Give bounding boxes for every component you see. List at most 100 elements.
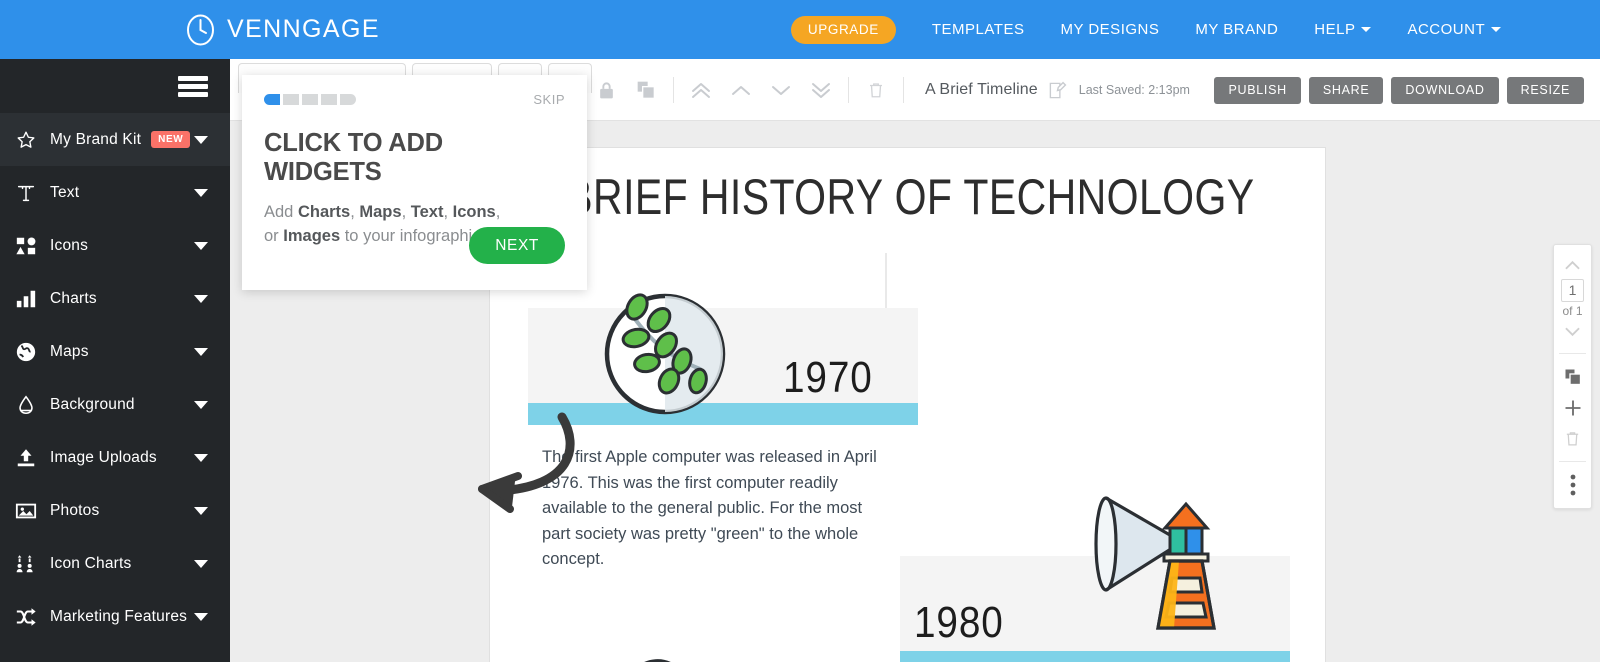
sidebar-item-charts[interactable]: Charts [0, 272, 230, 325]
sidebar-item-label: Marketing Features [50, 607, 188, 625]
resize-button[interactable]: RESIZE [1506, 76, 1584, 104]
timeline-year-label[interactable]: 1980 [914, 598, 1004, 648]
chevron-down-icon[interactable] [194, 453, 208, 462]
toolbar-divider [903, 77, 904, 103]
document-title[interactable]: A Brief Timeline [925, 81, 1038, 99]
hamburger-icon [178, 75, 208, 97]
chevron-down-icon [1361, 27, 1372, 32]
timeline-band-accent [900, 651, 1290, 662]
nav-link-help[interactable]: HELP [1314, 21, 1372, 38]
toolbar-action-buttons: PUBLISH SHARE DOWNLOAD RESIZE [1214, 59, 1584, 121]
sidebar-item-label: Icons [50, 236, 89, 254]
send-to-back-icon[interactable] [801, 70, 841, 110]
sidebar-item-icons[interactable]: Icons [0, 219, 230, 272]
duplicate-page-icon[interactable] [1558, 361, 1588, 392]
sidebar-item-icon-charts[interactable]: Icon Charts [0, 537, 230, 590]
next-button[interactable]: NEXT [469, 227, 565, 264]
sidebar-item-label: Text [50, 183, 80, 201]
chevron-down-icon[interactable] [194, 506, 208, 515]
nav-link-my-designs[interactable]: MY DESIGNS [1060, 21, 1159, 38]
nav-link-help-label: HELP [1314, 21, 1356, 38]
page-number-input[interactable]: 1 [1561, 279, 1584, 302]
lighthouse-icon[interactable] [1090, 486, 1222, 643]
step-dot-1-active [264, 94, 280, 105]
sidebar-item-text[interactable]: Text [0, 166, 230, 219]
sidebar-menu-toggle[interactable] [0, 59, 230, 113]
duplicate-icon[interactable] [626, 70, 666, 110]
cloud-icon[interactable] [600, 636, 722, 662]
sidebar-item-label: My Brand Kit [50, 130, 142, 148]
pencil-edit-icon[interactable] [1048, 81, 1067, 100]
chevron-down-icon[interactable] [194, 612, 208, 621]
lock-icon[interactable] [586, 70, 626, 110]
sidebar-item-label: Background [50, 395, 135, 413]
bring-forward-icon[interactable] [721, 70, 761, 110]
panel-divider [1559, 353, 1586, 354]
brand-logo-group[interactable]: VENNGAGE [186, 14, 380, 46]
sidebar-item-label: Icon Charts [50, 554, 132, 572]
nav-link-account[interactable]: ACCOUNT [1407, 21, 1502, 38]
status-badge-new: NEW [151, 131, 191, 148]
page-down-button[interactable] [1558, 318, 1588, 346]
sidebar-item-label: Image Uploads [50, 448, 157, 466]
sidebar-item-maps[interactable]: Maps [0, 325, 230, 378]
sidebar-item-label: Charts [50, 289, 97, 307]
nav-link-templates[interactable]: TEMPLATES [932, 21, 1025, 38]
top-navigation-bar: VENNGAGE UPGRADE TEMPLATES MY DESIGNS MY… [0, 0, 1600, 59]
top-nav-right-group: UPGRADE TEMPLATES MY DESIGNS MY BRAND HE… [790, 15, 1502, 44]
add-page-icon[interactable] [1558, 392, 1588, 423]
onboarding-text-or: or [264, 226, 284, 245]
timeline-body-text[interactable]: The first Apple computer was released in… [542, 445, 886, 573]
onboarding-bold-text: Text [410, 203, 444, 221]
onboarding-bold-maps: Maps [359, 203, 402, 221]
download-button[interactable]: DOWNLOAD [1391, 76, 1499, 104]
infographic-page[interactable]: A BRIEF HISTORY OF TECHNOLOGY 1970 The f… [490, 148, 1325, 662]
sidebar-item-background[interactable]: Background [0, 378, 230, 431]
venngage-oval-clock-logo-icon [186, 14, 215, 46]
step-dot-4 [321, 94, 337, 105]
more-vertical-icon[interactable] [1558, 469, 1588, 500]
chevron-down-icon[interactable] [194, 347, 208, 356]
delete-page-icon[interactable] [1558, 423, 1588, 454]
send-backward-icon[interactable] [761, 70, 801, 110]
chevron-down-icon[interactable] [194, 188, 208, 197]
upgrade-button[interactable]: UPGRADE [790, 15, 896, 44]
chevron-down-icon[interactable] [194, 135, 208, 144]
page-up-button[interactable] [1558, 251, 1588, 279]
onboarding-step-indicator [264, 94, 356, 105]
sidebar-item-label: Photos [50, 501, 100, 519]
shapes-icon [9, 235, 43, 257]
toolbar-divider [673, 77, 674, 103]
timeline-year-label[interactable]: 1970 [783, 353, 873, 403]
sidebar-item-my-brand-kit[interactable]: My Brand Kit NEW [0, 113, 230, 166]
brand-name-text: VENNGAGE [227, 15, 380, 43]
nav-link-my-designs-label: MY DESIGNS [1060, 21, 1160, 38]
skip-button[interactable]: SKIP [533, 92, 565, 107]
shuffle-icon [9, 606, 43, 628]
chevron-down-icon[interactable] [194, 241, 208, 250]
onboarding-text-prefix: Add [264, 203, 298, 221]
last-saved-status: Last Saved: 2:13pm [1078, 83, 1190, 97]
nav-link-templates-label: TEMPLATES [931, 21, 1025, 38]
chevron-down-icon[interactable] [194, 294, 208, 303]
leaf-branch-circle-icon[interactable] [604, 293, 726, 420]
sidebar-item-photos[interactable]: Photos [0, 484, 230, 537]
share-button[interactable]: SHARE [1308, 76, 1384, 104]
sidebar-item-marketing-features[interactable]: Marketing Features [0, 590, 230, 643]
onboarding-bold-charts: Charts [297, 203, 351, 221]
step-dot-3 [302, 94, 318, 105]
chevron-down-icon[interactable] [194, 400, 208, 409]
left-sidebar: My Brand Kit NEW Text Icons Charts Maps … [0, 59, 230, 662]
people-chart-icon [9, 553, 43, 575]
sidebar-item-image-uploads[interactable]: Image Uploads [0, 431, 230, 484]
step-dot-2 [283, 94, 299, 105]
publish-button[interactable]: PUBLISH [1214, 76, 1301, 104]
chevron-down-icon[interactable] [194, 559, 208, 568]
nav-link-my-brand[interactable]: MY BRAND [1195, 21, 1278, 38]
onboarding-bold-icons: Icons [452, 203, 496, 221]
bar-chart-icon [9, 288, 43, 310]
trash-icon[interactable] [856, 70, 896, 110]
bring-to-front-icon[interactable] [681, 70, 721, 110]
picture-icon [9, 500, 43, 522]
page-title[interactable]: A BRIEF HISTORY OF TECHNOLOGY [528, 168, 1254, 226]
